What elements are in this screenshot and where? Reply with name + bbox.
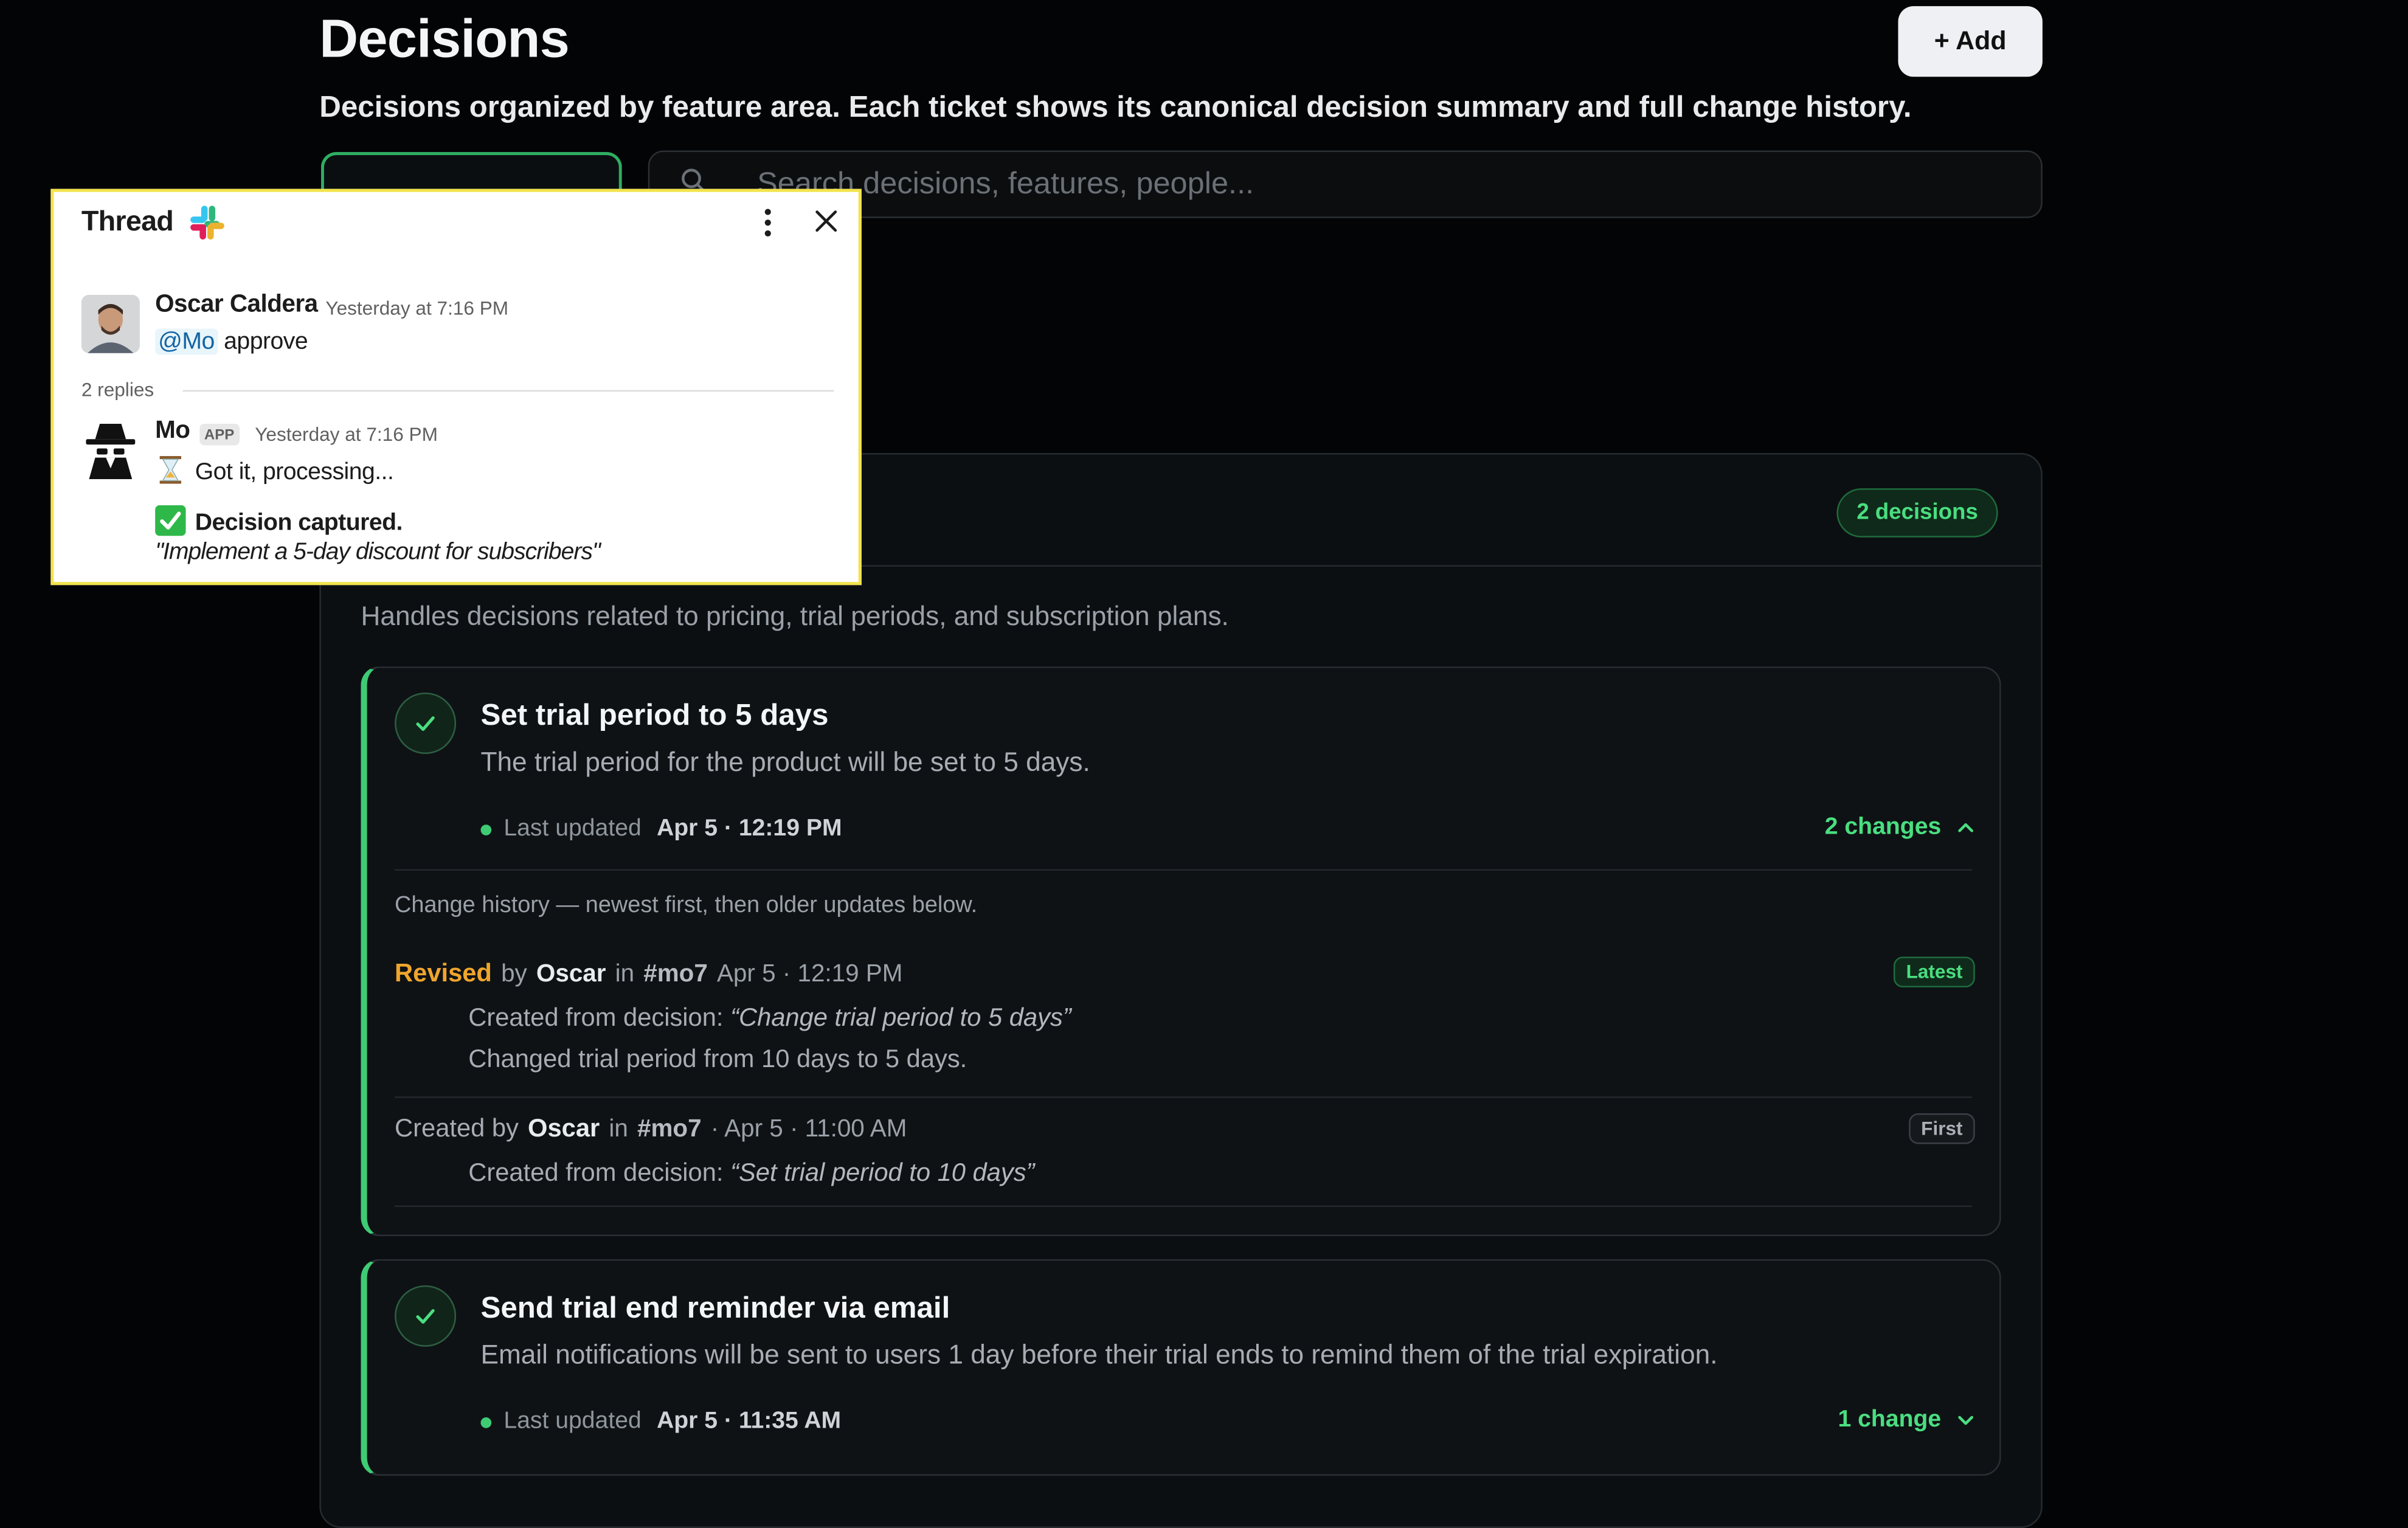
replies-count: 2 replies <box>81 379 154 401</box>
last-updated-label: Last updated <box>503 815 642 842</box>
history-author[interactable]: Oscar <box>536 961 606 989</box>
replies-divider <box>182 390 834 392</box>
avatar[interactable] <box>81 420 140 479</box>
history-status: Created by <box>395 1115 519 1143</box>
message-author[interactable]: Oscar Caldera <box>155 292 318 319</box>
changes-count: 2 changes <box>1824 814 1942 840</box>
history-entry-header: Created by Oscar in #mo7 · Apr 5 · 11:00… <box>395 1115 907 1144</box>
feature-area-panel: 2 decisions Handles decisions related to… <box>319 453 2043 1528</box>
search-input[interactable] <box>754 161 2013 207</box>
history-source: Created from decision: “Set trial period… <box>468 1160 1034 1189</box>
last-updated-row: Last updated Apr 5 · 12:19 PM <box>480 815 842 843</box>
changes-toggle[interactable]: 1 change <box>1838 1406 1975 1434</box>
feature-area-description: Handles decisions related to pricing, tr… <box>361 600 1229 631</box>
history-in: in <box>609 1116 628 1143</box>
message-time[interactable]: Yesterday at 7:16 PM <box>255 424 438 445</box>
decision-description: The trial period for the product will be… <box>480 746 1090 777</box>
close-icon[interactable] <box>812 207 840 235</box>
last-updated-time: Apr 5 · 12:19 PM <box>657 815 842 842</box>
history-status: Revised <box>395 959 492 987</box>
spy-avatar-icon <box>86 424 136 479</box>
message-text: @Mo approve <box>155 328 308 356</box>
thread-title: Thread <box>81 204 174 237</box>
slack-icon <box>190 206 224 240</box>
history-channel[interactable]: #mo7 <box>637 1116 702 1144</box>
message-body: approve <box>224 328 308 355</box>
history-time: · Apr 5 · 11:00 AM <box>710 1116 907 1143</box>
decision-status-indicator <box>395 693 457 755</box>
last-updated-label: Last updated <box>503 1408 642 1434</box>
page-subtitle: Decisions organized by feature area. Eac… <box>319 91 1912 125</box>
history-detail: Changed trial period from 10 days to 5 d… <box>468 1045 967 1074</box>
avatar[interactable] <box>81 294 140 353</box>
decision-title: Send trial end reminder via email <box>480 1291 950 1326</box>
history-in: in <box>615 961 635 987</box>
check-icon <box>416 716 435 731</box>
message-time[interactable]: Yesterday at 7:16 PM <box>325 298 508 319</box>
page-title: Decisions <box>319 9 570 69</box>
message-text: Got it, processing... <box>155 455 394 487</box>
slack-thread-popup: Thread Oscar Caldera Yesterday at 7:16 P… <box>50 188 862 586</box>
history-source-quote: “Set trial period to 10 days” <box>730 1159 1035 1187</box>
decision-card[interactable]: Set trial period to 5 days The trial per… <box>361 666 2001 1237</box>
chevron-up-icon <box>1958 823 1974 832</box>
history-entry-header: Revised by Oscar in #mo7 Apr 5 · 12:19 P… <box>395 959 902 989</box>
decision-description: Email notifications will be sent to user… <box>480 1339 1718 1370</box>
more-vertical-icon[interactable] <box>757 206 778 240</box>
card-divider <box>395 869 1972 871</box>
status-dot <box>480 1416 492 1428</box>
decision-status-indicator <box>395 1285 457 1347</box>
latest-tag: Latest <box>1894 956 1975 987</box>
check-icon <box>416 1308 435 1324</box>
decision-captured-text: Decision captured. <box>195 510 403 536</box>
captured-quote: "Implement a 5-day discount for subscrib… <box>155 539 601 565</box>
history-source: Created from decision: “Change trial per… <box>468 1004 1071 1034</box>
history-source-prefix: Created from decision: <box>468 1159 724 1187</box>
decisions-app: Decisions + Add Decisions organized by f… <box>0 0 2408 1528</box>
status-dot <box>480 823 492 835</box>
first-tag: First <box>1908 1113 1975 1144</box>
add-button[interactable]: + Add <box>1898 6 2043 77</box>
decision-title: Set trial period to 5 days <box>480 699 829 733</box>
chevron-down-icon <box>1958 1416 1974 1425</box>
changes-toggle[interactable]: 2 changes <box>1825 814 1975 842</box>
history-note: Change history — newest first, then olde… <box>395 892 978 919</box>
mention[interactable]: @Mo <box>155 328 218 355</box>
message-author[interactable]: Mo <box>155 418 190 445</box>
history-by: by <box>501 961 527 987</box>
history-channel[interactable]: #mo7 <box>643 961 708 989</box>
message-text: Decision captured. <box>155 505 403 538</box>
user-avatar-icon <box>81 294 140 353</box>
last-updated-row: Last updated Apr 5 · 11:35 AM <box>480 1408 841 1436</box>
history-source-quote: “Change trial period to 5 days” <box>730 1004 1071 1032</box>
history-time: Apr 5 · 12:19 PM <box>716 961 903 987</box>
history-divider <box>395 1205 1972 1208</box>
history-divider <box>395 1096 1972 1098</box>
decision-count-badge: 2 decisions <box>1836 488 1998 538</box>
decision-card[interactable]: Send trial end reminder via email Email … <box>361 1259 2001 1476</box>
history-source-prefix: Created from decision: <box>468 1004 724 1032</box>
check-mark-emoji-icon <box>155 505 186 536</box>
hourglass-icon <box>155 455 186 486</box>
changes-count: 1 change <box>1838 1406 1942 1433</box>
last-updated-time: Apr 5 · 11:35 AM <box>657 1408 842 1434</box>
app-badge: APP <box>199 424 239 446</box>
history-author[interactable]: Oscar <box>528 1115 600 1144</box>
message-body: Got it, processing... <box>195 459 394 486</box>
